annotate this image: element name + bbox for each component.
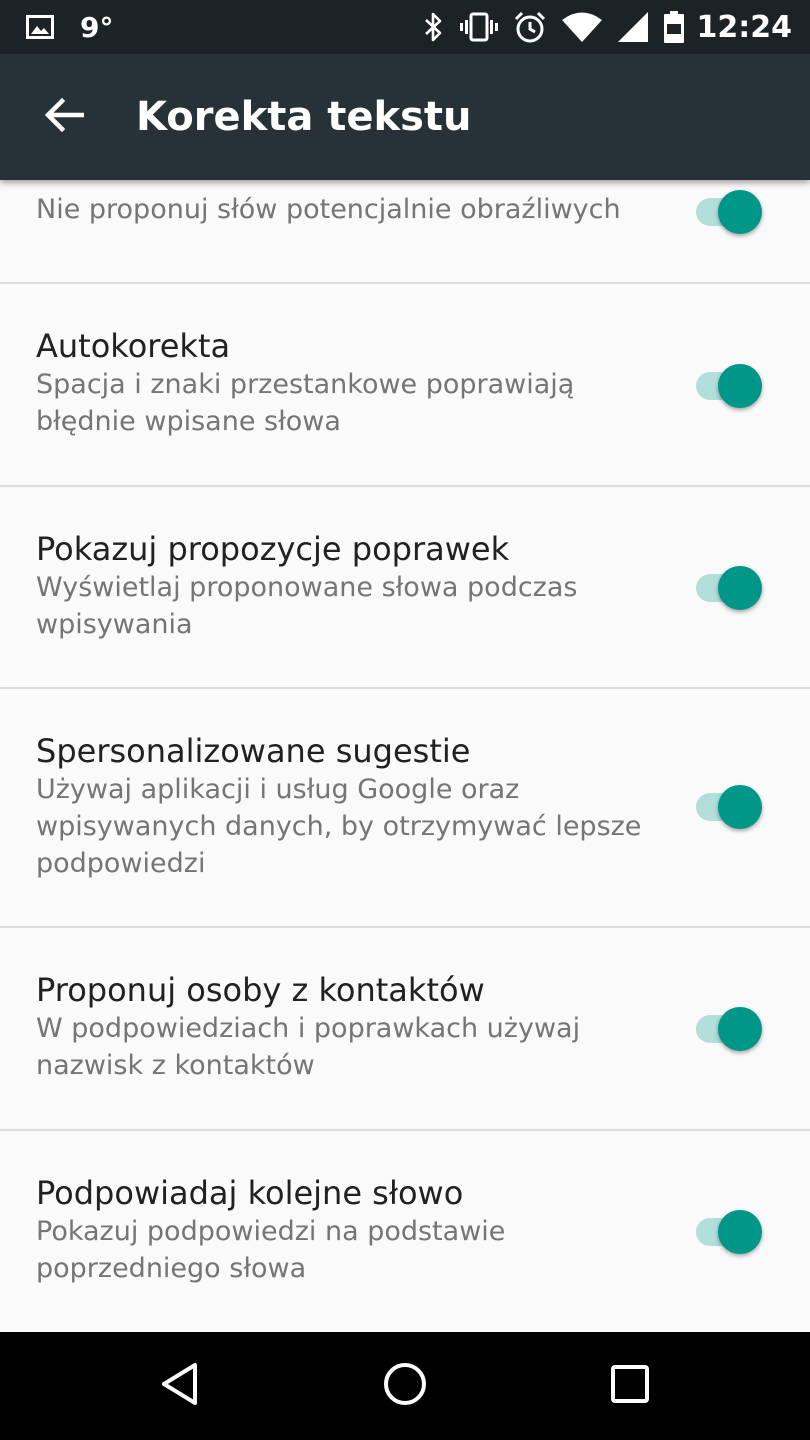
- navigation-bar: [0, 1332, 810, 1440]
- setting-title: Spersonalizowane sugestie: [36, 732, 471, 770]
- setting-title: Autokorekta: [36, 327, 231, 365]
- nav-back-button[interactable]: [150, 1356, 210, 1416]
- vibrate-icon: [459, 11, 499, 43]
- nav-recents-button[interactable]: [600, 1356, 660, 1416]
- signal-icon: [617, 11, 649, 43]
- setting-subtitle: Wyświetlaj proponowane słowa podczas wpi…: [36, 572, 578, 640]
- setting-row-offensive-words[interactable]: Nie proponuj słów potencjalnie obraźliwy…: [0, 180, 810, 284]
- autocorrect-toggle[interactable]: [694, 362, 768, 410]
- setting-row-autocorrect[interactable]: Autokorekta Spacja i znaki przestankowe …: [0, 284, 810, 487]
- setting-title: Proponuj osoby z kontaktów: [36, 971, 485, 1009]
- setting-subtitle: W podpowiedziach i poprawkach używaj naz…: [36, 1013, 581, 1081]
- home-circle-icon: [382, 1361, 428, 1411]
- wifi-icon: [561, 11, 603, 43]
- show-suggestions-toggle[interactable]: [694, 564, 768, 612]
- clock-text: 12:24: [696, 9, 793, 45]
- bluetooth-icon: [423, 11, 445, 43]
- settings-list[interactable]: Nie proponuj słów potencjalnie obraźliwy…: [0, 180, 810, 1332]
- offensive-words-toggle[interactable]: [694, 188, 768, 236]
- page-title: Korekta tekstu: [136, 94, 472, 140]
- setting-title: Pokazuj propozycje poprawek: [36, 530, 510, 568]
- setting-row-show-suggestions[interactable]: Pokazuj propozycje poprawek Wyświetlaj p…: [0, 487, 810, 689]
- next-word-toggle[interactable]: [694, 1208, 768, 1256]
- setting-title: Podpowiadaj kolejne słowo: [36, 1174, 464, 1212]
- setting-subtitle: Używaj aplikacji i usług Google oraz wpi…: [36, 774, 642, 879]
- app-bar: Korekta tekstu: [0, 54, 810, 180]
- arrow-back-icon: [44, 97, 85, 137]
- temperature-text: 9°: [80, 10, 114, 44]
- back-triangle-icon: [160, 1362, 200, 1410]
- personalized-suggestions-toggle[interactable]: [694, 783, 768, 831]
- setting-row-next-word[interactable]: Podpowiadaj kolejne słowo Pokazuj podpow…: [0, 1131, 810, 1332]
- setting-subtitle: Spacja i znaki przestankowe poprawiają b…: [36, 369, 575, 437]
- battery-icon: [663, 10, 685, 44]
- recents-square-icon: [610, 1364, 650, 1408]
- contact-names-toggle[interactable]: [694, 1005, 768, 1053]
- image-icon: [26, 15, 54, 39]
- setting-subtitle: Nie proponuj słów potencjalnie obraźliwy…: [36, 194, 621, 225]
- status-bar: 9° 12:24: [0, 0, 810, 54]
- back-button[interactable]: [34, 87, 94, 147]
- setting-row-contact-names[interactable]: Proponuj osoby z kontaktów W podpowiedzi…: [0, 928, 810, 1131]
- alarm-icon: [513, 10, 547, 44]
- nav-home-button[interactable]: [375, 1356, 435, 1416]
- setting-row-personalized-suggestions[interactable]: Spersonalizowane sugestie Używaj aplikac…: [0, 689, 810, 928]
- setting-subtitle: Pokazuj podpowiedzi na podstawie poprzed…: [36, 1216, 506, 1284]
